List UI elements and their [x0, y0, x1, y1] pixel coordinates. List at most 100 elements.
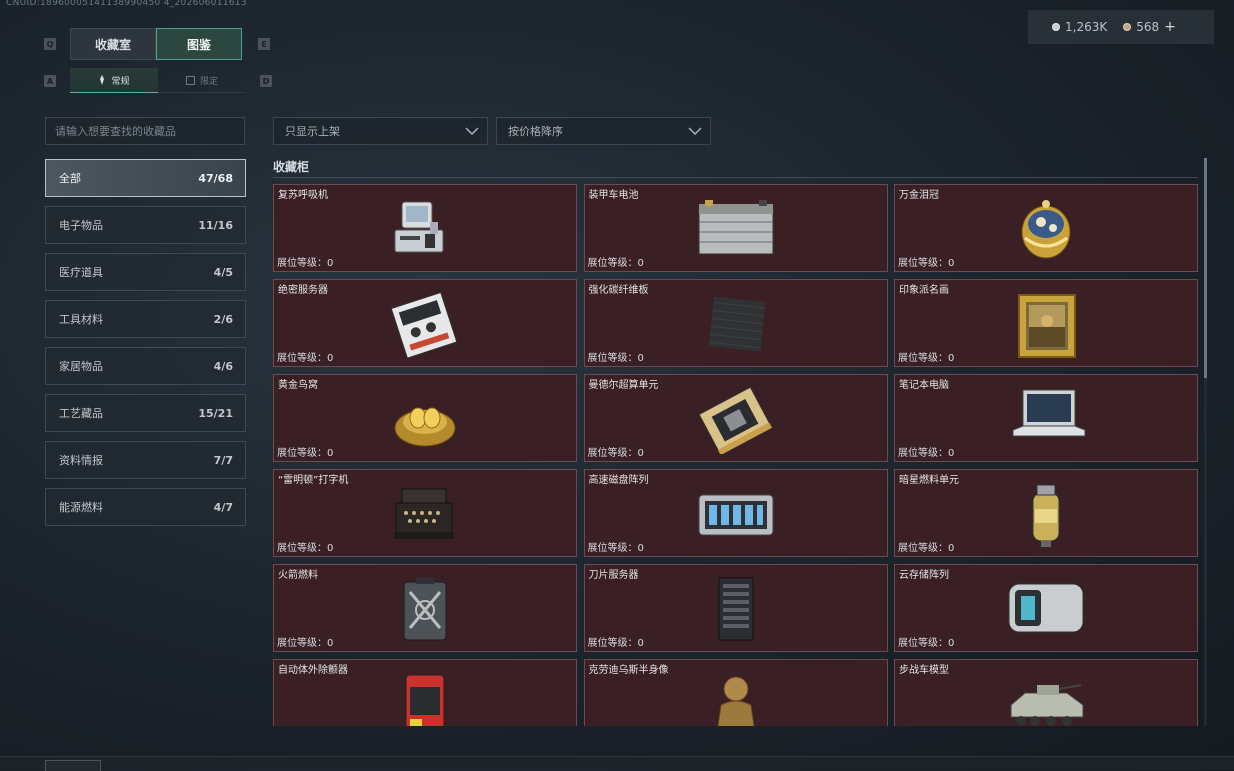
add-currency-button[interactable]: +	[1164, 19, 1176, 35]
supercomputer-unit-icon	[691, 386, 781, 456]
category-count: 11/16	[198, 218, 233, 232]
collection-card[interactable]: 刀片服务器 展位等级：0	[583, 564, 888, 652]
category-medical[interactable]: 医疗道具 4/5	[45, 253, 246, 291]
tab-collection-room[interactable]: 收藏室	[70, 28, 156, 60]
collection-card[interactable]: 黄金鸟窝展位等级：0	[273, 374, 577, 462]
item-level-label: 展位等级：	[277, 638, 327, 649]
item-level-label: 展位等级：	[277, 258, 327, 269]
collection-card[interactable]: 笔记本电脑 展位等级：0	[894, 374, 1198, 462]
item-name: “雷明顿”打字机	[278, 475, 349, 486]
collection-card[interactable]: 曼德尔超算单元展位等级：0	[583, 374, 888, 462]
collection-card[interactable]: 装甲车电池 展位等级：0	[583, 184, 888, 272]
category-count: 2/6	[213, 312, 233, 326]
collection-card[interactable]: 火箭燃料 展位等级：0	[273, 564, 577, 652]
respirator-icon	[380, 196, 470, 264]
item-level: 展位等级：0	[588, 539, 644, 554]
item-level-label: 展位等级：	[277, 448, 327, 459]
item-level-value: 0	[637, 448, 644, 459]
category-count: 4/6	[213, 359, 233, 373]
item-name: 暗星燃料单元	[899, 475, 959, 486]
sort-dropdown[interactable]: 按价格降序	[496, 117, 711, 145]
collection-card[interactable]: 强化碳纤维板 展位等级：0	[583, 279, 888, 367]
category-energy[interactable]: 能源燃料 4/7	[45, 488, 246, 526]
item-level-value: 0	[327, 448, 334, 459]
section-divider	[273, 177, 1198, 178]
item-level: 展位等级：0	[277, 349, 333, 364]
category-label: 医疗道具	[59, 266, 103, 279]
item-level-label: 展位等级：	[898, 258, 948, 269]
item-level-label: 展位等级：	[587, 638, 638, 649]
key-hint-d: D	[260, 75, 272, 87]
item-name: 万金泪冠	[899, 190, 939, 201]
silver-amount: 1,263K	[1065, 20, 1108, 34]
item-level: 展位等级：0	[898, 349, 954, 364]
collection-card[interactable]: 印象派名画展位等级：0	[894, 279, 1198, 367]
item-name: 高速磁盘阵列	[588, 475, 649, 486]
item-level-value: 0	[637, 543, 644, 554]
item-level: 展位等级：0	[588, 444, 644, 459]
server-board-icon	[380, 291, 470, 359]
subtab-regular-label: 常规	[111, 76, 130, 87]
collection-card[interactable]: 暗星燃料单元 展位等级：0	[894, 469, 1198, 557]
category-electronics[interactable]: 电子物品 11/16	[45, 206, 246, 244]
item-name: 克劳迪乌斯半身像	[588, 665, 669, 676]
category-count: 47/68	[198, 171, 233, 185]
item-level-label: 展位等级：	[898, 448, 948, 459]
subtab-regular[interactable]: 常规	[70, 68, 158, 93]
item-level: 展位等级：0	[277, 539, 333, 554]
item-level-value: 0	[948, 638, 955, 649]
collection-card[interactable]: 自动体外除颤器	[273, 659, 577, 726]
item-level-value: 0	[948, 543, 955, 554]
item-name: 云存储阵列	[899, 570, 949, 581]
item-name: 绝密服务器	[278, 285, 328, 296]
category-all[interactable]: 全部 47/68	[45, 159, 246, 197]
item-level-value: 0	[948, 448, 955, 459]
listing-filter-dropdown[interactable]: 只显示上架	[273, 117, 488, 145]
item-name: 步战车模型	[899, 665, 949, 676]
category-label: 能源燃料	[59, 501, 103, 514]
collection-card[interactable]: 万金泪冠展位等级：0	[894, 184, 1198, 272]
item-level-label: 展位等级：	[587, 258, 638, 269]
fuel-canister-icon	[380, 576, 470, 644]
disk-array-icon	[691, 481, 781, 549]
item-name: 装甲车电池	[588, 190, 639, 201]
item-level-value: 0	[327, 258, 334, 269]
item-level-label: 展位等级：	[587, 543, 638, 554]
silver-coin-icon	[1052, 23, 1060, 31]
collection-grid: 复苏呼吸机 展位等级：0 装甲车电池 展位等级：0 万金泪冠 展位等级：0 绝密服务器 展位等…	[273, 184, 1198, 726]
item-name: 印象派名画	[899, 285, 949, 296]
subtab-limited[interactable]: 限定	[158, 68, 246, 93]
bottom-button[interactable]	[45, 760, 101, 771]
item-name: 黄金鸟窝	[278, 380, 318, 391]
category-label: 资料情报	[59, 454, 103, 467]
ifv-model-icon	[1001, 671, 1091, 726]
silver-currency: 1,263K	[1052, 20, 1107, 34]
fuel-cell-icon	[1001, 481, 1091, 549]
item-name: 火箭燃料	[278, 570, 318, 581]
chevron-down-icon	[465, 127, 479, 135]
item-name: 曼德尔超算单元	[588, 380, 659, 391]
collection-card[interactable]: 云存储阵列 展位等级：0	[894, 564, 1198, 652]
category-intel[interactable]: 资料情报 7/7	[45, 441, 246, 479]
category-crafts[interactable]: 工艺藏品 15/21	[45, 394, 246, 432]
battery-icon	[691, 196, 781, 264]
collection-card[interactable]: 克劳迪乌斯半身像	[583, 659, 888, 726]
category-tools[interactable]: 工具材料 2/6	[45, 300, 246, 338]
gold-amount: 568	[1136, 20, 1160, 34]
collection-card[interactable]: 绝密服务器展位等级：0	[273, 279, 577, 367]
scrollbar[interactable]	[1204, 158, 1207, 726]
item-level-label: 展位等级：	[898, 353, 948, 364]
tab-catalog[interactable]: 图鉴	[156, 28, 242, 60]
scrollbar-thumb[interactable]	[1204, 158, 1207, 378]
search-input[interactable]	[46, 118, 244, 144]
collection-card[interactable]: 步战车模型	[894, 659, 1198, 726]
collection-card[interactable]: 高速磁盘阵列 展位等级：0	[583, 469, 888, 557]
chevron-down-icon	[688, 127, 702, 135]
item-level-value: 0	[948, 258, 955, 269]
category-label: 工艺藏品	[59, 407, 103, 420]
collection-card[interactable]: “雷明顿”打字机展位等级：0	[273, 469, 577, 557]
collection-card[interactable]: 复苏呼吸机 展位等级：0	[273, 184, 577, 272]
section-title: 收藏柜	[273, 160, 310, 174]
category-household[interactable]: 家居物品 4/6	[45, 347, 246, 385]
carbon-plate-icon	[691, 291, 781, 359]
